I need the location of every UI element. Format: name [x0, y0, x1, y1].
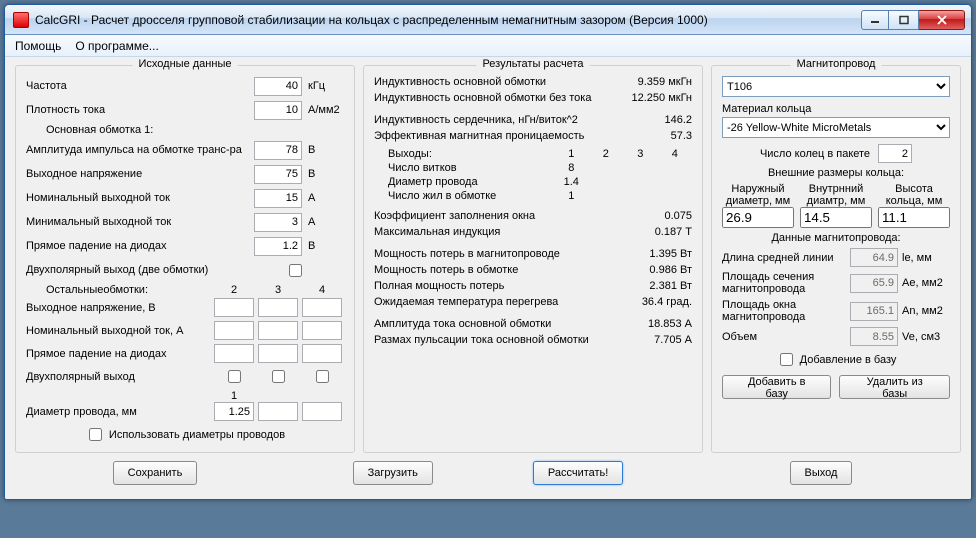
maximize-button[interactable] [889, 10, 919, 30]
load-button[interactable]: Загрузить [353, 461, 433, 485]
res-ipk: 18.853 А [622, 318, 692, 330]
amp-label: Амплитуда импульса на обмотке транс-ра [26, 144, 254, 156]
ovd-3[interactable] [258, 344, 298, 363]
stack-label: Число колец в пакете [760, 148, 870, 160]
dw-col-num: 1 [212, 390, 256, 402]
group-core-title: Магнитопровод [791, 58, 882, 70]
core-select[interactable]: T106 [722, 76, 950, 97]
iout-label: Номинальный выходной ток [26, 192, 254, 204]
od-input [722, 207, 794, 228]
core-data-head: Данные магнитопровода: [722, 232, 950, 244]
close-button[interactable] [919, 10, 965, 30]
ve-input [850, 327, 898, 346]
others-head: Остальныеобмотки: [26, 284, 212, 296]
amp-input[interactable] [254, 141, 302, 160]
res-dt: 36.4 град. [622, 296, 692, 308]
ovo-3[interactable] [258, 298, 298, 317]
bipolar-checkbox[interactable] [289, 264, 302, 277]
titlebar[interactable]: CalcGRI - Расчет дросселя групповой стаб… [5, 5, 971, 35]
ovo-2[interactable] [214, 298, 254, 317]
res-mu: 57.3 [622, 130, 692, 142]
add-db-checkbox[interactable] [780, 353, 793, 366]
group-core: Магнитопровод T106 Материал кольца -26 Y… [711, 65, 961, 453]
app-icon [13, 12, 29, 28]
app-window: CalcGRI - Расчет дросселя групповой стаб… [4, 4, 972, 500]
res-irip: 7.705 А [622, 334, 692, 346]
res-pwnd: 0.986 Вт [622, 264, 692, 276]
menu-about[interactable]: О программе... [75, 39, 158, 53]
freq-unit: кГц [308, 80, 344, 92]
vdiode-input[interactable] [254, 237, 302, 256]
ovd-label: Прямое падение на диодах [26, 348, 212, 360]
res-L0: 12.250 мкГн [622, 92, 692, 104]
group-input-title: Исходные данные [133, 58, 238, 70]
ext-sizes-head: Внешние размеры кольца: [722, 167, 950, 179]
density-label: Плотность тока [26, 104, 254, 116]
res-fill: 0.075 [622, 210, 692, 222]
iout-input[interactable] [254, 189, 302, 208]
oin-label: Номинальный выходной ток, А [26, 325, 212, 337]
h-input [878, 207, 950, 228]
res-L: 9.359 мкГн [622, 76, 692, 88]
menu-help[interactable]: Помощь [15, 39, 61, 53]
del-from-db-button[interactable]: Удалить из базы [839, 375, 950, 399]
density-input[interactable] [254, 101, 302, 120]
id-input [800, 207, 872, 228]
dw-label: Диаметр провода, мм [26, 406, 212, 418]
an-input [850, 302, 898, 321]
oin-2[interactable] [214, 321, 254, 340]
ovo-4[interactable] [302, 298, 342, 317]
calc-button[interactable]: Рассчитать! [533, 461, 623, 485]
res-bmax: 0.187 Т [622, 226, 692, 238]
imin-input[interactable] [254, 213, 302, 232]
res-ptot: 2.381 Вт [622, 280, 692, 292]
freq-input[interactable] [254, 77, 302, 96]
oin-3[interactable] [258, 321, 298, 340]
group-results: Результаты расчета Индуктивность основно… [363, 65, 703, 453]
menubar: Помощь О программе... [5, 35, 971, 57]
obip-3[interactable] [272, 370, 285, 383]
obip-4[interactable] [316, 370, 329, 383]
oin-4[interactable] [302, 321, 342, 340]
use-diam-label: Использовать диаметры проводов [109, 429, 285, 441]
dw-3[interactable] [302, 402, 342, 421]
dw-1[interactable] [214, 402, 254, 421]
res-Al: 146.2 [622, 114, 692, 126]
save-button[interactable]: Сохранить [113, 461, 198, 485]
obip-label: Двухполярный выход [26, 371, 212, 383]
vdiode-label: Прямое падение на диодах [26, 240, 254, 252]
ovo-label: Выходное напряжение, В [26, 302, 212, 314]
imin-label: Минимальный выходной ток [26, 216, 254, 228]
material-select[interactable]: -26 Yellow-White MicroMetals [722, 117, 950, 138]
group-input: Исходные данные Частота кГц Плотность то… [15, 65, 355, 453]
minimize-button[interactable] [861, 10, 889, 30]
density-unit: А/мм2 [308, 104, 344, 116]
vout-label: Выходное напряжение [26, 168, 254, 180]
primary-winding-head: Основная обмотка 1: [26, 124, 344, 136]
dw-2[interactable] [258, 402, 298, 421]
ovd-4[interactable] [302, 344, 342, 363]
material-label: Материал кольца [722, 103, 950, 115]
freq-label: Частота [26, 80, 254, 92]
ae-input [850, 274, 898, 293]
bipolar-label: Двухполярный выход (две обмотки) [26, 264, 285, 276]
add-db-label: Добавление в базу [800, 354, 897, 366]
stack-input[interactable] [878, 144, 912, 163]
exit-button[interactable]: Выход [790, 461, 853, 485]
window-title: CalcGRI - Расчет дросселя групповой стаб… [35, 13, 861, 27]
use-diam-checkbox[interactable] [89, 428, 102, 441]
le-input [850, 248, 898, 267]
ovd-2[interactable] [214, 344, 254, 363]
vout-input[interactable] [254, 165, 302, 184]
obip-2[interactable] [228, 370, 241, 383]
group-results-title: Результаты расчета [476, 58, 589, 70]
add-to-db-button[interactable]: Добавить в базу [722, 375, 831, 399]
res-pcore: 1.395 Вт [622, 248, 692, 260]
